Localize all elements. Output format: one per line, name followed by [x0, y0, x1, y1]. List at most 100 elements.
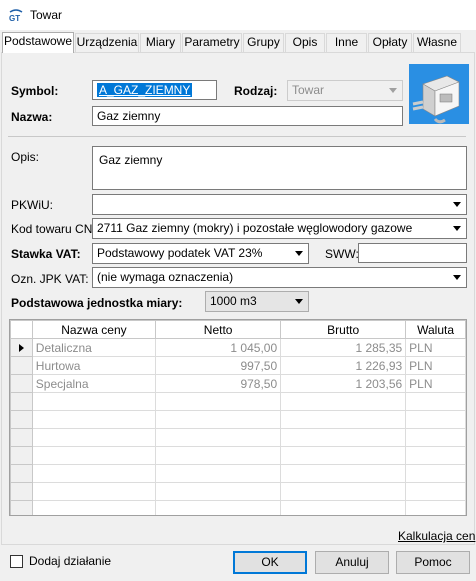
empty-cell[interactable] [155, 392, 282, 411]
opis-label: Opis: [11, 150, 40, 164]
empty-cell[interactable] [405, 446, 466, 465]
empty-cell[interactable] [280, 410, 407, 429]
empty-cell[interactable] [155, 464, 282, 483]
empty-cell[interactable] [31, 500, 157, 515]
empty-cell[interactable] [405, 500, 466, 515]
jpk-vat-select[interactable]: (nie wymaga oznaczenia) [92, 267, 467, 288]
price-name-cell[interactable]: Specjalna [31, 374, 157, 393]
empty-cell[interactable] [405, 392, 466, 411]
pkwiu-select[interactable] [92, 194, 467, 215]
table-row-empty[interactable] [10, 446, 466, 465]
table-row-empty[interactable] [10, 428, 466, 447]
kod-cn-label: Kod towaru CN: [11, 222, 96, 236]
jpk-vat-value: (nie wymaga oznaczenia) [97, 270, 234, 284]
row-pointer-icon [18, 344, 24, 353]
tab-grupy[interactable]: Grupy [243, 33, 284, 52]
stawka-vat-label: Stawka VAT: [11, 247, 81, 261]
tab-urzadzenia[interactable]: Urządzenia [75, 33, 139, 52]
tab-wlasne[interactable]: Własne [413, 33, 461, 52]
gt-logo-icon: GT [9, 9, 23, 22]
table-row-empty[interactable] [10, 482, 466, 501]
price-waluta-cell[interactable]: PLN [405, 374, 466, 393]
symbol-field[interactable]: A_GAZ_ZIEMNY [92, 80, 217, 100]
empty-cell[interactable] [155, 410, 282, 429]
jednostka-select[interactable]: 1000 m3 [205, 291, 309, 312]
table-row-empty[interactable] [10, 500, 466, 515]
header-nazwa-ceny[interactable]: Nazwa ceny [31, 320, 157, 339]
tab-parametry[interactable]: Parametry [182, 33, 242, 52]
kalkulacja-cen-link[interactable]: Kalkulacja cen [398, 529, 475, 543]
chevron-down-icon [453, 202, 461, 207]
row-indicator [10, 338, 33, 357]
title-bar: GT Towar [0, 0, 476, 30]
price-waluta-cell[interactable]: PLN [405, 356, 466, 375]
table-row[interactable]: Hurtowa 997,50 1 226,93 PLN [10, 356, 466, 375]
empty-cell[interactable] [405, 482, 466, 501]
empty-cell[interactable] [31, 464, 157, 483]
jednostka-label: Podstawowa jednostka miary: [11, 296, 183, 310]
tab-strip: Podstawowe Urządzenia Miary Parametry Gr… [0, 32, 476, 53]
header-brutto[interactable]: Brutto [280, 320, 407, 339]
symbol-value: A_GAZ_ZIEMNY [97, 83, 193, 97]
table-row-empty[interactable] [10, 392, 466, 411]
empty-cell[interactable] [155, 500, 282, 515]
dodaj-dzialanie-checkbox[interactable] [10, 555, 23, 568]
empty-cell[interactable] [31, 482, 157, 501]
empty-cell[interactable] [31, 446, 157, 465]
empty-cell[interactable] [405, 410, 466, 429]
price-brutto-cell[interactable]: 1 285,35 [280, 338, 407, 357]
empty-cell[interactable] [280, 446, 407, 465]
row-indicator [10, 428, 33, 447]
chevron-down-icon [389, 88, 397, 93]
price-brutto-cell[interactable]: 1 203,56 [280, 374, 407, 393]
kod-cn-select[interactable]: 2711 Gaz ziemny (mokry) i pozostałe węgl… [92, 218, 467, 239]
empty-cell[interactable] [405, 464, 466, 483]
symbol-label: Symbol: [11, 84, 59, 98]
anuluj-button[interactable]: Anuluj [315, 551, 389, 574]
pomoc-button[interactable]: Pomoc [396, 551, 470, 574]
empty-cell[interactable] [155, 482, 282, 501]
header-netto[interactable]: Netto [155, 320, 282, 339]
row-indicator [10, 374, 33, 393]
empty-cell[interactable] [405, 428, 466, 447]
empty-cell[interactable] [280, 500, 407, 515]
opis-field[interactable]: Gaz ziemny [92, 146, 467, 190]
sww-field[interactable] [358, 243, 467, 263]
tab-miary[interactable]: Miary [140, 33, 181, 52]
table-row-empty[interactable] [10, 410, 466, 429]
tab-opis[interactable]: Opis [285, 33, 325, 52]
price-grid[interactable]: Nazwa ceny Netto Brutto Waluta Detaliczn… [9, 319, 467, 516]
empty-cell[interactable] [155, 446, 282, 465]
price-name-cell[interactable]: Detaliczna [31, 338, 157, 357]
header-waluta[interactable]: Waluta [405, 320, 466, 339]
dodaj-dzialanie-label[interactable]: Dodaj działanie [29, 554, 111, 568]
price-netto-cell[interactable]: 1 045,00 [155, 338, 282, 357]
separator [8, 136, 466, 137]
empty-cell[interactable] [280, 464, 407, 483]
price-netto-cell[interactable]: 978,50 [155, 374, 282, 393]
tab-podstawowe[interactable]: Podstawowe [2, 32, 74, 53]
empty-cell[interactable] [31, 392, 157, 411]
nazwa-label: Nazwa: [11, 110, 53, 124]
price-netto-cell[interactable]: 997,50 [155, 356, 282, 375]
empty-cell[interactable] [280, 392, 407, 411]
table-row-empty[interactable] [10, 464, 466, 483]
empty-cell[interactable] [280, 428, 407, 447]
jpk-vat-label: Ozn. JPK VAT: [11, 272, 89, 286]
empty-cell[interactable] [31, 410, 157, 429]
ok-button[interactable]: OK [233, 551, 307, 574]
price-brutto-cell[interactable]: 1 226,93 [280, 356, 407, 375]
table-row[interactable]: Specjalna 978,50 1 203,56 PLN [10, 374, 466, 393]
tab-oplaty[interactable]: Opłaty [368, 33, 412, 52]
empty-cell[interactable] [31, 428, 157, 447]
nazwa-field[interactable]: Gaz ziemny [92, 106, 403, 126]
sww-label: SWW: [325, 247, 359, 261]
stawka-vat-select[interactable]: Podstawowy podatek VAT 23% [92, 243, 309, 264]
table-row[interactable]: Detaliczna 1 045,00 1 285,35 PLN [10, 338, 466, 357]
tab-inne[interactable]: Inne [326, 33, 367, 52]
window-title: Towar [30, 8, 63, 22]
empty-cell[interactable] [280, 482, 407, 501]
price-waluta-cell[interactable]: PLN [405, 338, 466, 357]
price-name-cell[interactable]: Hurtowa [31, 356, 157, 375]
empty-cell[interactable] [155, 428, 282, 447]
